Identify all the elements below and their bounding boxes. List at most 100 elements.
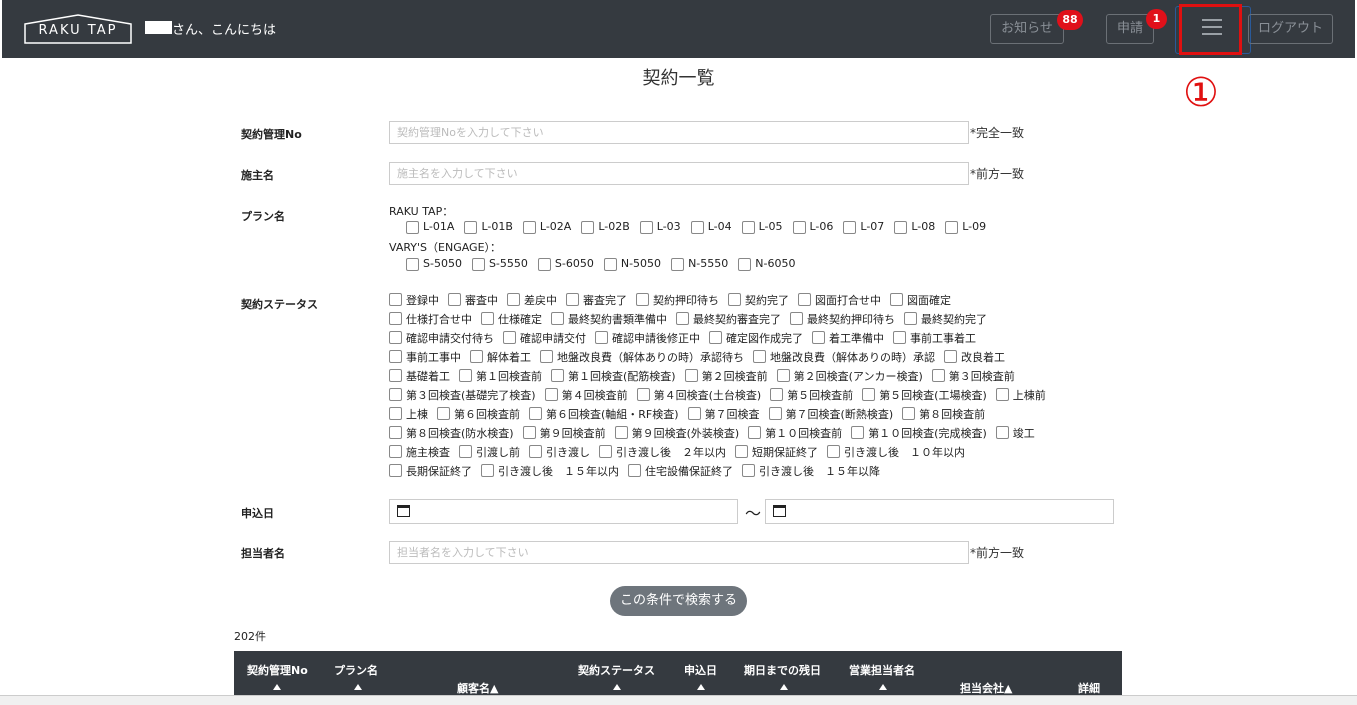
- checkbox-option[interactable]: S-5050: [406, 257, 462, 271]
- sort-asc-icon[interactable]: [879, 684, 887, 690]
- th-customer[interactable]: 顧客名▲: [457, 680, 498, 696]
- notice-button[interactable]: お知らせ: [990, 14, 1064, 44]
- checkbox-option[interactable]: 住宅設備保証終了: [628, 463, 733, 479]
- contract-no-input[interactable]: 契約管理Noを入力して下さい: [389, 121, 969, 144]
- checkbox-option[interactable]: 第６回検査(軸組・RF検査): [529, 406, 679, 422]
- checkbox-option[interactable]: 最終契約審査完了: [676, 311, 781, 327]
- checkbox-option[interactable]: 仕様確定: [481, 311, 542, 327]
- checkbox-option[interactable]: 第７回検査: [687, 406, 760, 422]
- checkbox-option[interactable]: 施主検査: [389, 444, 450, 460]
- checkbox-option[interactable]: S-5550: [471, 257, 528, 271]
- checkbox-option[interactable]: 登録中: [389, 292, 439, 308]
- checkbox-option[interactable]: 第９回検査前: [522, 425, 606, 441]
- checkbox-option[interactable]: L-02A: [522, 220, 571, 234]
- checkbox-option[interactable]: 解体着工: [470, 349, 531, 365]
- checkbox-option[interactable]: 上棟前: [995, 387, 1046, 403]
- checkbox-option[interactable]: N-5550: [671, 257, 728, 271]
- checkbox-option[interactable]: 着工準備中: [812, 330, 884, 346]
- checkbox-option[interactable]: 確認申請後修正中: [595, 330, 700, 346]
- checkbox-option[interactable]: 事前工事中: [389, 349, 461, 365]
- checkbox-option[interactable]: 上棟: [389, 406, 428, 422]
- checkbox-option[interactable]: 確認申請交付待ち: [389, 330, 494, 346]
- checkbox-option[interactable]: L-04: [690, 220, 732, 234]
- th-apply-date[interactable]: 申込日: [684, 662, 717, 678]
- checkbox-option[interactable]: 引き渡し: [529, 444, 590, 460]
- checkbox-option[interactable]: 引渡し前: [459, 444, 520, 460]
- checkbox-option[interactable]: 図面打合せ中: [798, 292, 881, 308]
- apply-date-from-input[interactable]: [389, 499, 738, 524]
- checkbox-option[interactable]: L-06: [792, 220, 833, 234]
- checkbox-option[interactable]: 最終契約押印待ち: [790, 311, 895, 327]
- th-company[interactable]: 担当会社▲: [960, 680, 1012, 696]
- checkbox-option[interactable]: 第３回検査前: [931, 368, 1015, 384]
- sort-asc-icon[interactable]: [613, 684, 621, 690]
- checkbox-option[interactable]: 第１０回検査(完成検査): [851, 425, 987, 441]
- search-button[interactable]: この条件で検索する: [610, 586, 747, 616]
- checkbox-option[interactable]: 引き渡し後 １５年以降: [742, 463, 880, 479]
- checkbox-option[interactable]: 審査中: [448, 292, 498, 308]
- checkbox-option[interactable]: 審査完了: [566, 292, 627, 308]
- sort-asc-icon[interactable]: [354, 684, 362, 690]
- checkbox-option[interactable]: 第２回検査(アンカー検査): [776, 368, 923, 384]
- checkbox-option[interactable]: L-09: [945, 220, 986, 234]
- checkbox-option[interactable]: 最終契約書類準備中: [551, 311, 667, 327]
- staff-input[interactable]: 担当者名を入力して下さい: [389, 541, 969, 564]
- checkbox-option[interactable]: 第１回検査(配筋検査): [551, 368, 676, 384]
- sort-asc-icon[interactable]: [697, 684, 705, 690]
- checkbox-option[interactable]: 差戻中: [507, 292, 557, 308]
- checkbox-option[interactable]: S-6050: [537, 257, 594, 271]
- checkbox-option[interactable]: L-01A: [406, 220, 454, 234]
- checkbox-option[interactable]: 第１０回検査前: [748, 425, 842, 441]
- checkbox-option[interactable]: 仕様打合せ中: [389, 311, 472, 327]
- th-plan[interactable]: プラン名: [334, 662, 378, 678]
- checkbox-option[interactable]: 改良着工: [944, 349, 1005, 365]
- checkbox-option[interactable]: 最終契約完了: [904, 311, 987, 327]
- checkbox-option[interactable]: 確認申請交付: [503, 330, 586, 346]
- th-status[interactable]: 契約ステータス: [578, 662, 655, 678]
- checkbox-option[interactable]: 第１回検査前: [459, 368, 542, 384]
- checkbox-option[interactable]: L-05: [741, 220, 783, 234]
- checkbox-option[interactable]: N-5050: [603, 257, 661, 271]
- checkbox-option[interactable]: L-01B: [464, 220, 513, 234]
- checkbox-option[interactable]: 竣工: [995, 425, 1035, 441]
- hamburger-menu-button[interactable]: [1179, 4, 1242, 55]
- sort-asc-icon[interactable]: [780, 684, 788, 690]
- checkbox-option[interactable]: 第７回検査(断熱検査): [768, 406, 893, 422]
- checkbox-option[interactable]: L-03: [639, 220, 681, 234]
- checkbox-option[interactable]: 第８回検査前: [902, 406, 985, 422]
- checkbox-option[interactable]: 第４回検査(土台検査): [636, 387, 761, 403]
- checkbox-option[interactable]: 引き渡し後 １５年以内: [481, 463, 619, 479]
- checkbox-option[interactable]: 第８回検査(防水検査): [389, 425, 514, 441]
- horizontal-scrollbar[interactable]: [0, 695, 1357, 705]
- th-contract-no[interactable]: 契約管理No: [247, 662, 308, 678]
- logout-button[interactable]: ログアウト: [1248, 14, 1333, 44]
- checkbox-option[interactable]: 第５回検査前: [770, 387, 853, 403]
- checkbox-option[interactable]: L-07: [843, 220, 884, 234]
- checkbox-option[interactable]: 第３回検査(基礎完了検査): [389, 387, 536, 403]
- raku-tap-logo[interactable]: RAKU TAP: [24, 14, 132, 44]
- owner-input[interactable]: 施主名を入力して下さい: [389, 162, 969, 185]
- checkbox-option[interactable]: L-02B: [581, 220, 630, 234]
- th-sales-staff[interactable]: 営業担当者名: [849, 662, 915, 678]
- checkbox-option[interactable]: 長期保証終了: [389, 463, 472, 479]
- checkbox-option[interactable]: 第４回検査前: [544, 387, 628, 403]
- apply-date-to-input[interactable]: [765, 499, 1114, 524]
- checkbox-option[interactable]: 確定図作成完了: [709, 330, 803, 346]
- checkbox-option[interactable]: 第６回検査前: [437, 406, 520, 422]
- checkbox-option[interactable]: N-6050: [738, 257, 795, 271]
- checkbox-option[interactable]: 第５回検査(工場検査): [862, 387, 987, 403]
- checkbox-option[interactable]: 事前工事着工: [893, 330, 976, 346]
- th-days-left[interactable]: 期日までの残日: [744, 662, 821, 678]
- checkbox-option[interactable]: 契約押印待ち: [636, 292, 719, 308]
- sort-asc-icon[interactable]: [273, 684, 281, 690]
- checkbox-option[interactable]: 図面確定: [890, 292, 951, 308]
- checkbox-option[interactable]: 基礎着工: [389, 368, 450, 384]
- checkbox-option[interactable]: 第２回検査前: [684, 368, 768, 384]
- checkbox-option[interactable]: 第９回検査(外装検査): [614, 425, 739, 441]
- checkbox-option[interactable]: L-08: [894, 220, 935, 234]
- checkbox-option[interactable]: 地盤改良費（解体ありの時）承認: [753, 349, 935, 365]
- checkbox-option[interactable]: 引き渡し後 １０年以内: [827, 444, 965, 460]
- checkbox-option[interactable]: 地盤改良費（解体ありの時）承認待ち: [540, 349, 744, 365]
- checkbox-option[interactable]: 短期保証終了: [735, 444, 818, 460]
- checkbox-option[interactable]: 契約完了: [728, 292, 789, 308]
